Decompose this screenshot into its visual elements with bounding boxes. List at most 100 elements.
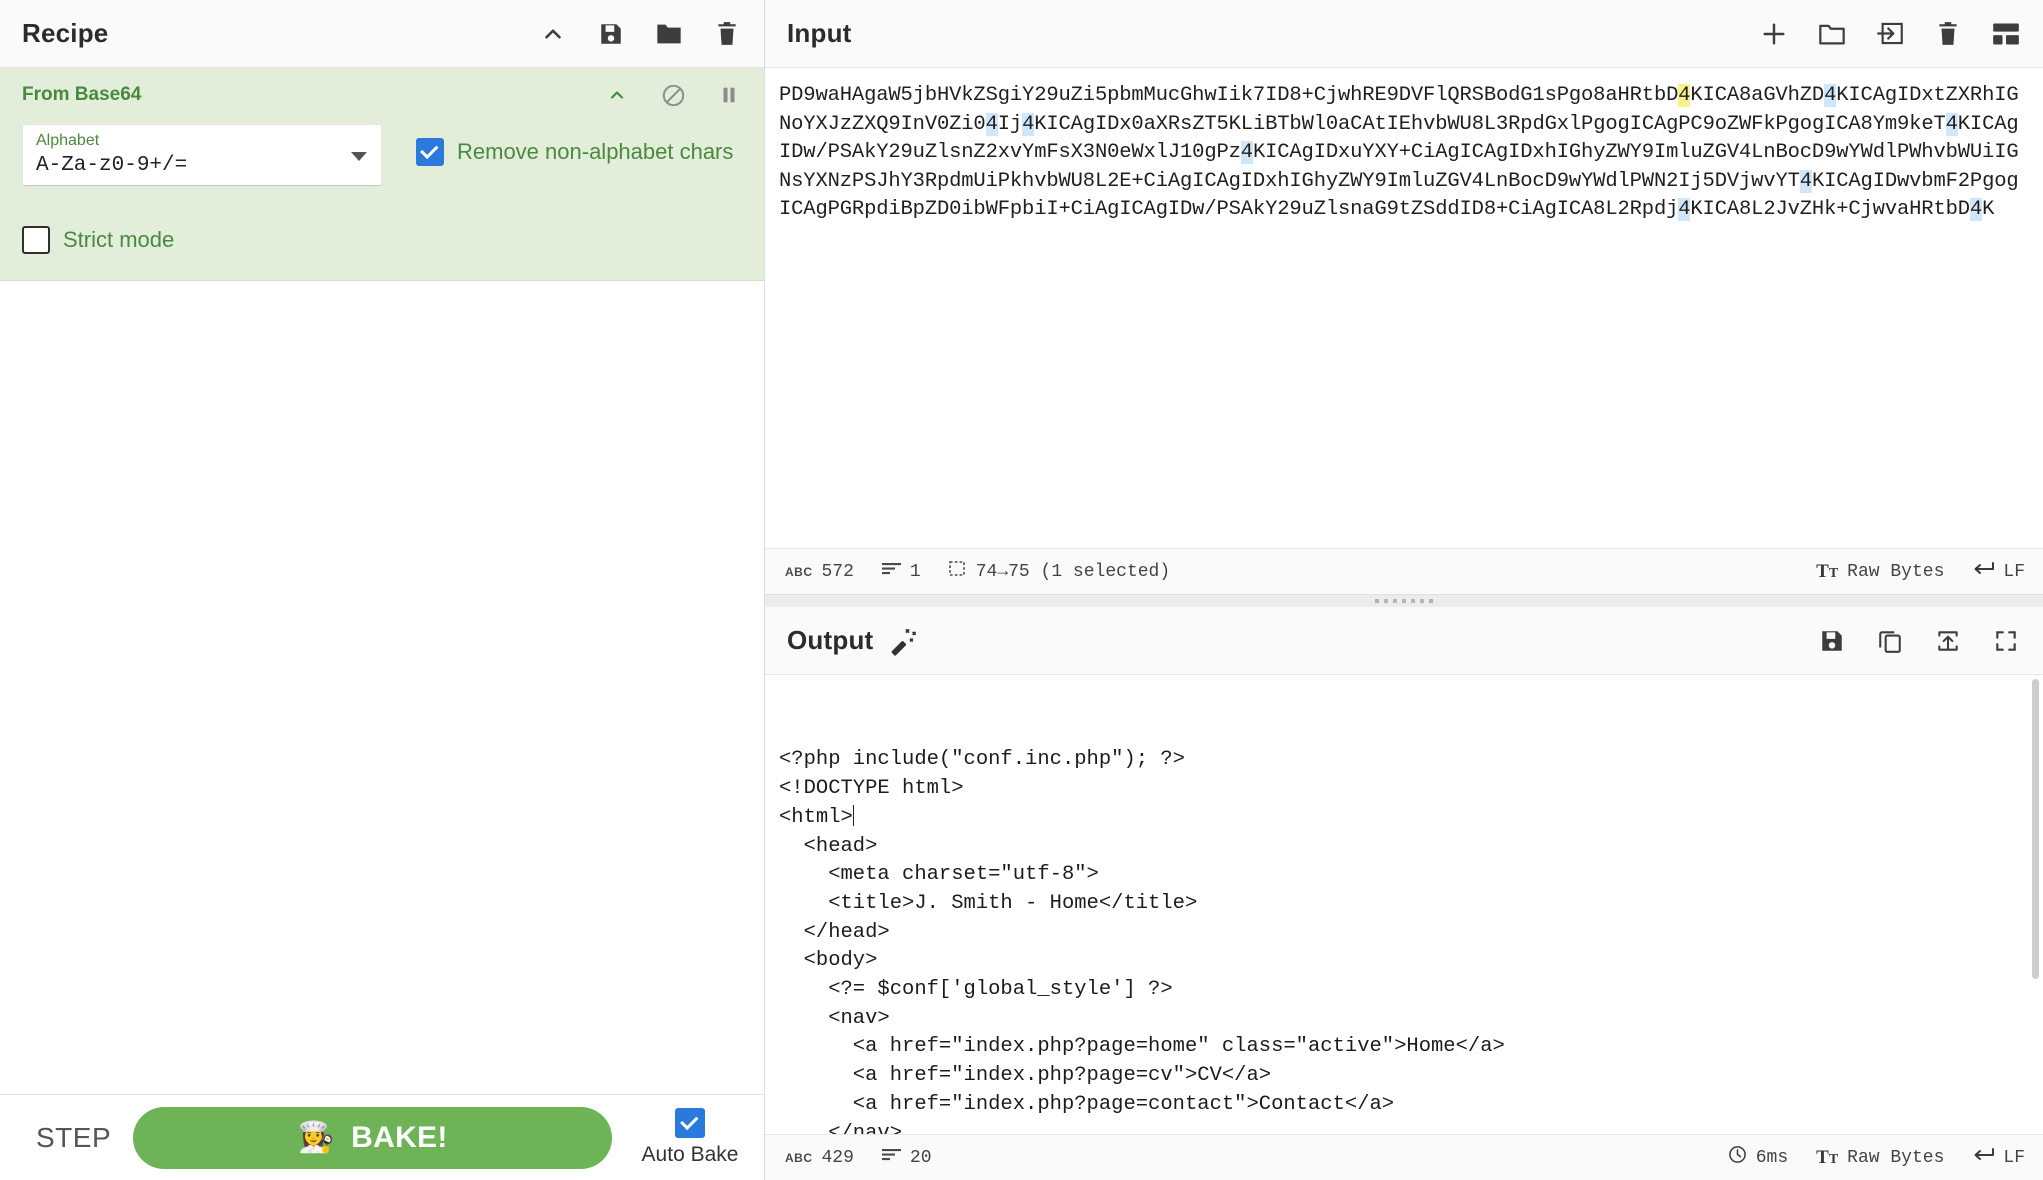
- save-output-icon[interactable]: [1817, 626, 1847, 656]
- disable-operation-icon[interactable]: [660, 82, 686, 108]
- input-highlight-match: 4: [1799, 169, 1812, 193]
- output-line: <?php include("conf.inc.php"); ?>: [779, 748, 1185, 772]
- chevron-down-icon[interactable]: [351, 152, 367, 161]
- output-encoding[interactable]: TT Raw Bytes: [1816, 1147, 1944, 1169]
- output-line: <body>: [779, 949, 878, 973]
- magic-wand-icon[interactable]: [889, 626, 919, 656]
- input-highlight-match: 4: [1824, 84, 1837, 107]
- step-button[interactable]: STEP: [18, 1122, 133, 1154]
- add-input-tab-icon[interactable]: [1759, 19, 1789, 49]
- input-title: Input: [787, 18, 852, 48]
- input-text-run: PD9waHAgaW5jbHVkZSgiY29uZi5pbmMucGhwIik7…: [779, 84, 1679, 107]
- return-icon: [1972, 1147, 1995, 1168]
- bake-button[interactable]: 👩‍🍳 BAKE!: [133, 1106, 612, 1169]
- output-lines-value: 20: [909, 1147, 932, 1168]
- input-length: ABC 572: [785, 562, 854, 582]
- return-icon: [1972, 561, 1995, 582]
- output-title: Output: [787, 625, 874, 655]
- output-line: <meta charset="utf-8">: [779, 863, 1099, 887]
- clear-recipe-icon[interactable]: [712, 19, 742, 49]
- bake-controls: STEP 👩‍🍳 BAKE! Auto Bake: [0, 1094, 764, 1180]
- remove-non-alphabet-checkbox[interactable]: [416, 138, 444, 166]
- lines-icon: [881, 561, 901, 582]
- collapse-icon[interactable]: [538, 19, 568, 49]
- copy-output-icon[interactable]: [1875, 626, 1905, 656]
- input-title-bar: Input: [765, 0, 2043, 68]
- replace-input-icon[interactable]: [1933, 626, 1963, 656]
- font-icon: TT: [1816, 560, 1839, 582]
- input-encoding[interactable]: TT Raw Bytes: [1816, 561, 1944, 583]
- abc-icon: ABC: [785, 1150, 813, 1165]
- input-text-run: KICAgIDx0aXRsZT5KLiBTbWl0aCAtIEhvbWU8L3R…: [1034, 112, 1946, 136]
- operation-from-base64[interactable]: From Base64 Alphabet A-Za-z0-9+/= Remove…: [0, 68, 764, 281]
- output-line: </head>: [779, 920, 890, 944]
- recipe-title-bar: Recipe: [0, 0, 764, 68]
- output-line: <a href="index.php?page=home" class="act…: [779, 1035, 1505, 1059]
- input-highlight-match: 4: [1945, 112, 1958, 136]
- alphabet-value: A-Za-z0-9+/=: [36, 154, 188, 177]
- input-selection-value: 74→75 (1 selected): [975, 561, 1171, 582]
- maximise-output-icon[interactable]: [1991, 626, 2021, 656]
- auto-bake-checkbox[interactable]: [675, 1108, 705, 1138]
- output-lines: 20: [881, 1147, 932, 1168]
- output-line: <head>: [779, 834, 878, 858]
- io-pane: Input PD9waHAgaW5jbHVkZSgiY29uZi5pbmMucG…: [765, 0, 2043, 1180]
- output-line: </nav>: [779, 1121, 903, 1134]
- output-line: <nav>: [779, 1006, 890, 1030]
- output-length-value: 429: [821, 1147, 854, 1168]
- auto-bake-option[interactable]: Auto Bake: [634, 1108, 746, 1167]
- input-eol[interactable]: LF: [1972, 561, 2025, 582]
- output-line: <a href="index.php?page=cv">CV</a>: [779, 1064, 1272, 1088]
- input-selection: 74→75 (1 selected): [948, 560, 1171, 583]
- output-encoding-value: Raw Bytes: [1847, 1147, 1945, 1168]
- io-splitter[interactable]: [765, 595, 2043, 607]
- recipe-operation-list[interactable]: From Base64 Alphabet A-Za-z0-9+/= Remove…: [0, 68, 764, 1094]
- output-eol[interactable]: LF: [1972, 1147, 2025, 1168]
- selection-icon: [948, 560, 967, 583]
- load-recipe-icon[interactable]: [654, 19, 684, 49]
- save-recipe-icon[interactable]: [596, 19, 626, 49]
- output-title-bar: Output: [765, 607, 2043, 675]
- input-eol-value: LF: [2003, 561, 2025, 582]
- open-folder-icon[interactable]: [1817, 19, 1847, 49]
- clear-input-icon[interactable]: [1933, 19, 1963, 49]
- input-highlight-match: 4: [985, 112, 998, 136]
- remove-non-alphabet-option[interactable]: Remove non-alphabet chars: [416, 124, 733, 166]
- output-scrollbar[interactable]: [2029, 675, 2041, 1134]
- output-status-bar: ABC 429 20 6ms TT Raw Bytes LF: [765, 1134, 2043, 1180]
- reset-pane-layout-icon[interactable]: [1991, 19, 2021, 49]
- input-highlight-match: 4: [1678, 198, 1691, 221]
- input-status-bar: ABC 572 1 74→75 (1 selected) TT Raw Byte…: [765, 548, 2043, 594]
- open-file-icon[interactable]: [1875, 19, 1905, 49]
- input-highlight-match: 4: [1240, 141, 1253, 164]
- strict-mode-label: Strict mode: [63, 227, 175, 252]
- auto-bake-label: Auto Bake: [641, 1143, 739, 1166]
- recipe-title: Recipe: [22, 18, 109, 48]
- output-baking-time: 6ms: [1728, 1145, 1788, 1170]
- alphabet-select[interactable]: Alphabet A-Za-z0-9+/=: [22, 124, 382, 186]
- input-status-right: TT Raw Bytes LF: [1788, 561, 2025, 583]
- font-icon: TT: [1816, 1146, 1839, 1168]
- input-text-run: K: [1982, 198, 1995, 221]
- input-lines-value: 1: [909, 561, 921, 582]
- input-highlight-match: 4: [1022, 112, 1035, 136]
- output-toolbar: [1817, 626, 2021, 656]
- input-textarea[interactable]: PD9waHAgaW5jbHVkZSgiY29uZi5pbmMucGhwIik7…: [765, 68, 2043, 548]
- chef-icon: 👩‍🍳: [297, 1120, 336, 1154]
- abc-icon: ABC: [785, 564, 813, 579]
- alphabet-label: Alphabet: [36, 132, 100, 149]
- output-textarea[interactable]: <?php include("conf.inc.php"); ?> <!DOCTY…: [765, 675, 2043, 1134]
- recipe-toolbar: [538, 19, 742, 49]
- input-text-run: KICA8L2JvZHk+CjwvaHRtbD: [1690, 198, 1970, 221]
- remove-non-alphabet-label: Remove non-alphabet chars: [457, 139, 734, 164]
- input-text-run: Ij: [997, 112, 1023, 136]
- input-highlight-match: 4: [1969, 198, 1983, 221]
- output-line: <title>J. Smith - Home</title>: [779, 891, 1198, 915]
- output-status-right: 6ms TT Raw Bytes LF: [1700, 1145, 2025, 1170]
- strict-mode-checkbox[interactable]: [22, 226, 50, 254]
- input-highlight-match: 4: [1678, 84, 1691, 107]
- breakpoint-icon[interactable]: [716, 82, 742, 108]
- collapse-args-icon[interactable]: [604, 82, 630, 108]
- strict-mode-option[interactable]: Strict mode: [22, 212, 742, 254]
- output-line: <?= $conf['global_style'] ?>: [779, 978, 1173, 1002]
